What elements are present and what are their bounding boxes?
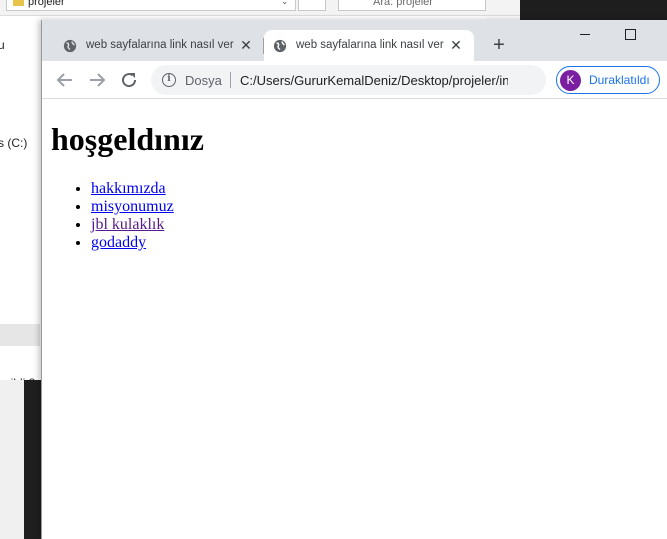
avatar: K bbox=[560, 70, 581, 91]
profile-status-label: Duraklatıldı bbox=[589, 73, 650, 87]
list-item: misyonumuz bbox=[91, 198, 174, 216]
folder-icon bbox=[13, 0, 24, 7]
list-item: godaddy bbox=[91, 234, 174, 252]
list-item: jbl kulaklık bbox=[91, 216, 174, 234]
explorer-search-placeholder: Ara: projeler bbox=[373, 0, 433, 8]
close-icon[interactable]: ✕ bbox=[238, 37, 254, 53]
info-icon[interactable]: i bbox=[162, 73, 176, 87]
profile-button[interactable]: K Duraklatıldı bbox=[556, 66, 660, 94]
page-viewport: hoşgeldınız hakkımızda misyonumuz jbl ku… bbox=[42, 100, 667, 539]
explorer-path-field[interactable]: projeler bbox=[6, 0, 296, 11]
address-bar[interactable]: i Dosya C:/Users/GururKemalDeniz/Desktop… bbox=[151, 65, 643, 95]
explorer-refresh-button[interactable] bbox=[298, 0, 326, 11]
link-misyonumuz[interactable]: misyonumuz bbox=[91, 198, 174, 215]
address-url[interactable]: C:/Users/GururKemalDeniz/Desktop/projele… bbox=[240, 73, 508, 88]
tab-strip: web sayfalarına link nasıl verilir ✕ web… bbox=[42, 20, 667, 61]
address-scheme-label: Dosya bbox=[185, 73, 222, 88]
address-separator bbox=[230, 72, 231, 88]
chevron-down-icon[interactable]: ⌄ bbox=[281, 0, 289, 7]
globe-icon bbox=[273, 39, 287, 53]
page-title: hoşgeldınız bbox=[51, 121, 204, 157]
globe-icon bbox=[63, 39, 77, 53]
tab-title: web sayfalarına link nasıl verilir bbox=[86, 39, 234, 51]
explorer-nav-item[interactable]: u bbox=[0, 38, 5, 52]
explorer-scrollbar[interactable] bbox=[0, 324, 40, 346]
minimize-icon[interactable] bbox=[577, 25, 593, 45]
reload-icon[interactable] bbox=[117, 68, 141, 92]
close-icon[interactable]: ✕ bbox=[448, 37, 464, 53]
new-tab-button[interactable]: + bbox=[486, 33, 512, 59]
link-godaddy[interactable]: godaddy bbox=[91, 234, 146, 251]
link-hakkimizda[interactable]: hakkımızda bbox=[91, 180, 166, 197]
explorer-search-field[interactable]: Ara: projeler bbox=[338, 0, 486, 11]
explorer-address-bar: projeler ⌄ Ara: projeler bbox=[0, 0, 520, 16]
tab-title: web sayfalarına link nasıl verilir bbox=[296, 39, 444, 51]
explorer-path-text: projeler bbox=[28, 0, 65, 8]
forward-arrow-icon[interactable] bbox=[85, 68, 109, 92]
link-jbl-kulaklik[interactable]: jbl kulaklık bbox=[91, 216, 164, 233]
explorer-nav-drive-c[interactable]: s (C:) bbox=[0, 136, 27, 150]
browser-toolbar: i Dosya C:/Users/GururKemalDeniz/Desktop… bbox=[42, 61, 667, 99]
browser-window: web sayfalarına link nasıl verilir ✕ web… bbox=[41, 20, 667, 539]
tab-active[interactable]: web sayfalarına link nasıl verilir ✕ bbox=[264, 30, 474, 61]
list-item: hakkımızda bbox=[91, 180, 174, 198]
back-arrow-icon[interactable] bbox=[53, 68, 77, 92]
explorer-bottom-area bbox=[0, 380, 24, 539]
link-list: hakkımızda misyonumuz jbl kulaklık godad… bbox=[91, 180, 174, 252]
maximize-icon[interactable] bbox=[625, 29, 636, 40]
desktop-strip bbox=[24, 380, 42, 539]
tab-inactive[interactable]: web sayfalarına link nasıl verilir ✕ bbox=[54, 30, 264, 61]
